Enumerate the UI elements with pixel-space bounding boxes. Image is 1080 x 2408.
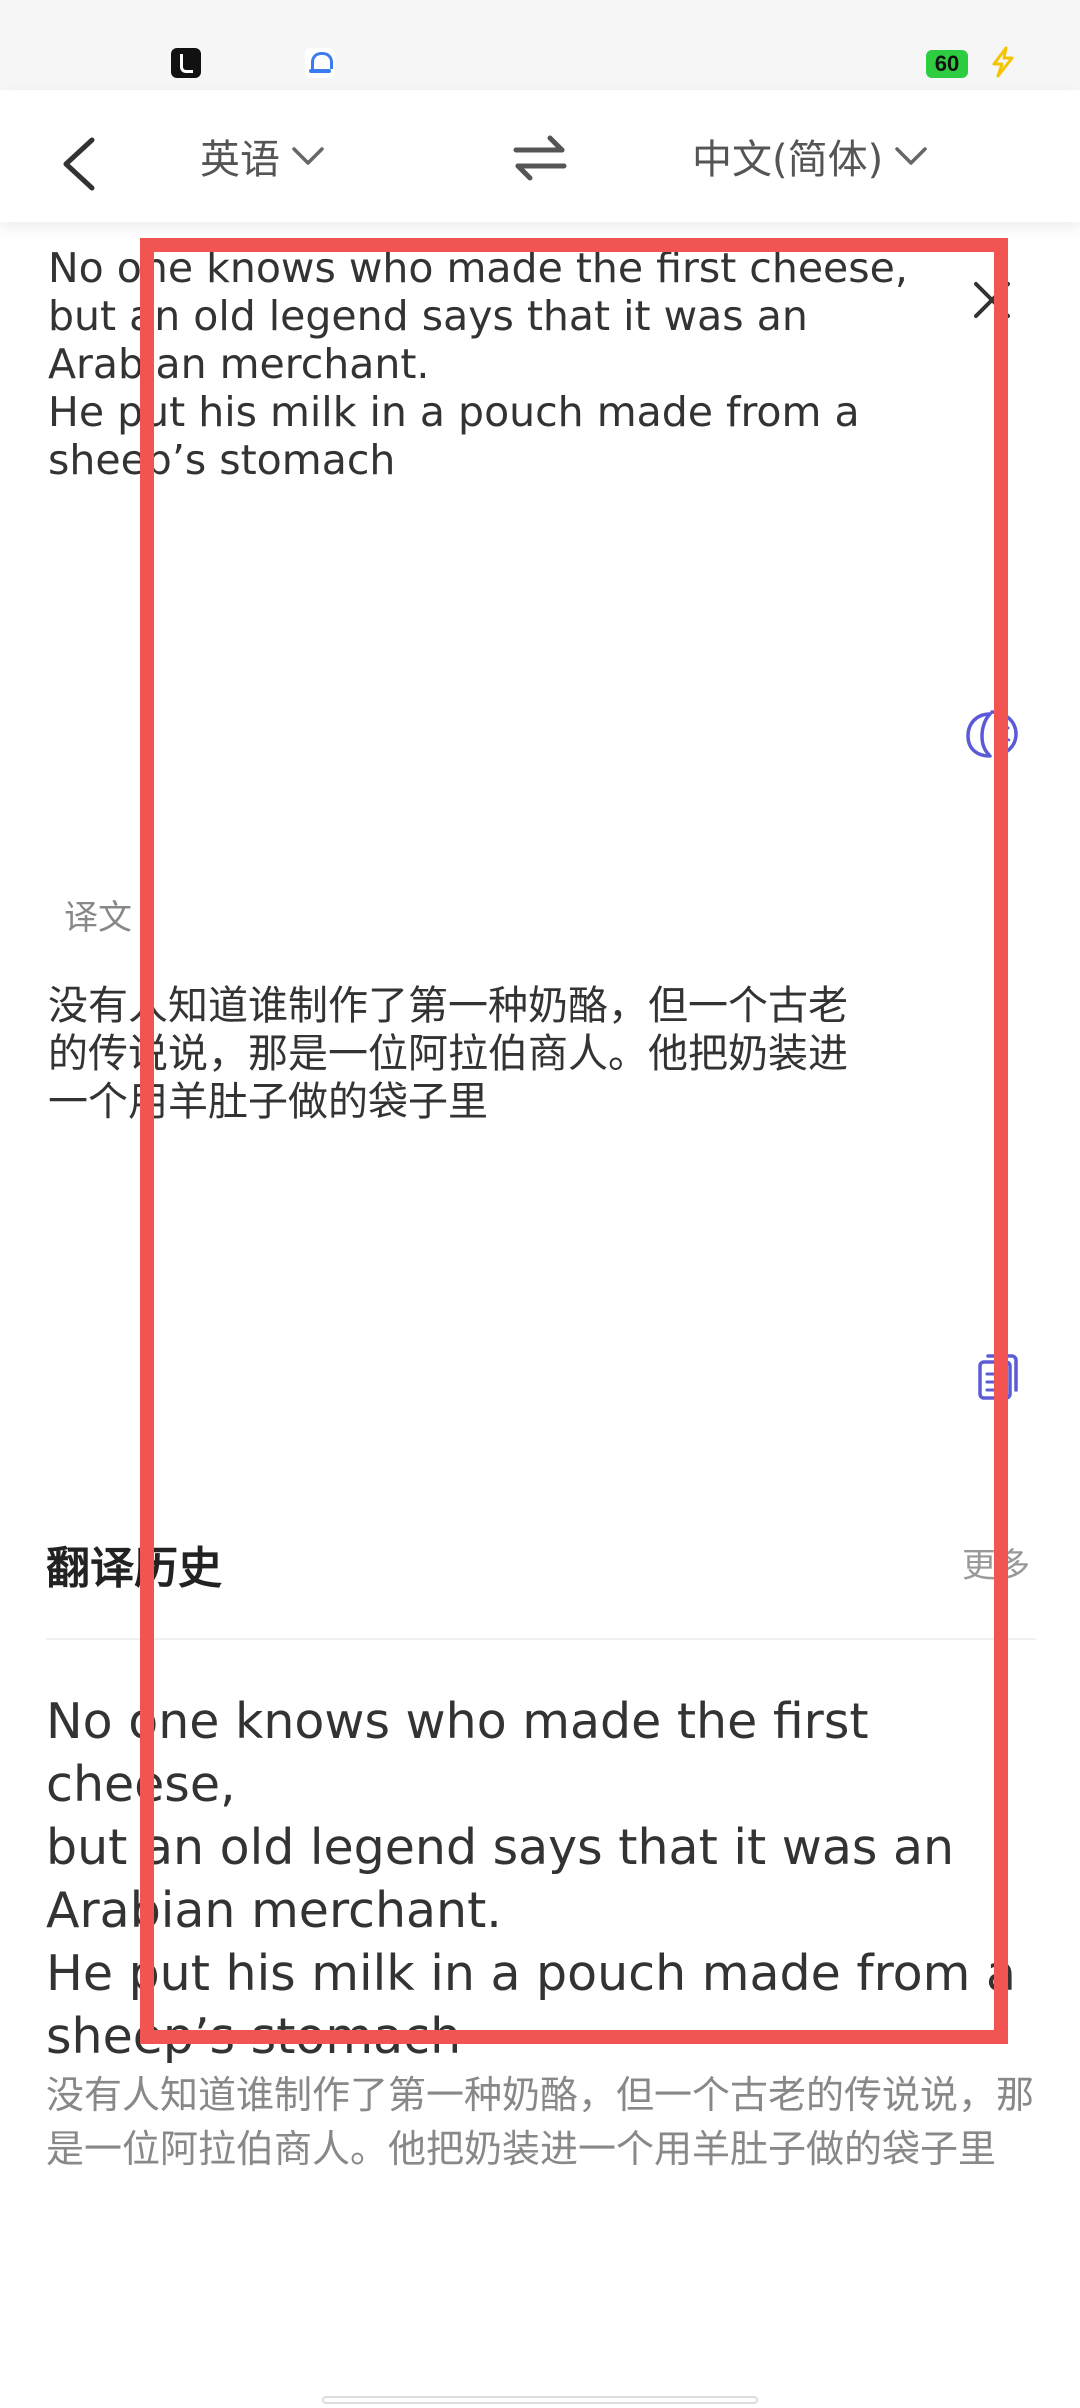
translation-output: 没有人知道谁制作了第一种奶酪，但一个古老的传说说，那是一位阿拉伯商人。他把奶装进… [48, 983, 848, 1125]
swap-languages-icon[interactable] [512, 130, 568, 186]
cloud-app-icon [305, 48, 335, 78]
battery-icon: 60 [926, 50, 968, 78]
history-more-link[interactable]: 更多 [962, 1538, 1030, 1587]
tiktok-icon [171, 48, 201, 78]
chevron-down-icon [895, 147, 927, 165]
source-text-input[interactable]: No one knows who made the first cheese, … [48, 244, 928, 484]
divider [46, 1638, 1036, 1640]
source-language-selector[interactable]: 英语 [200, 126, 326, 186]
copy-icon[interactable] [976, 1352, 1020, 1402]
source-language-label: 英语 [200, 137, 280, 183]
history-item-translation: 没有人知道谁制作了第一种奶酪，但一个古老的传说说，那是一位阿拉伯商人。他把奶装进… [46, 2073, 1035, 2171]
translation-label: 译文 [64, 898, 132, 938]
speech-translate-icon[interactable] [962, 706, 1022, 762]
status-bar: 60 [0, 0, 1080, 90]
history-item[interactable]: No one knows who made the first cheese, … [46, 1690, 1036, 2176]
target-language-selector[interactable]: 中文(简体) [692, 126, 929, 186]
top-bar: 英语 中文(简体) [0, 90, 1080, 222]
target-language-label: 中文(简体) [692, 137, 884, 183]
chevron-down-icon [292, 147, 324, 165]
history-title: 翻译历史 [46, 1543, 222, 1594]
charging-icon [992, 46, 1014, 78]
gesture-bar[interactable] [322, 2396, 758, 2404]
close-icon[interactable] [972, 280, 1012, 320]
back-arrow-icon[interactable] [58, 136, 102, 192]
history-item-source: No one knows who made the first cheese, … [46, 1693, 1016, 2065]
